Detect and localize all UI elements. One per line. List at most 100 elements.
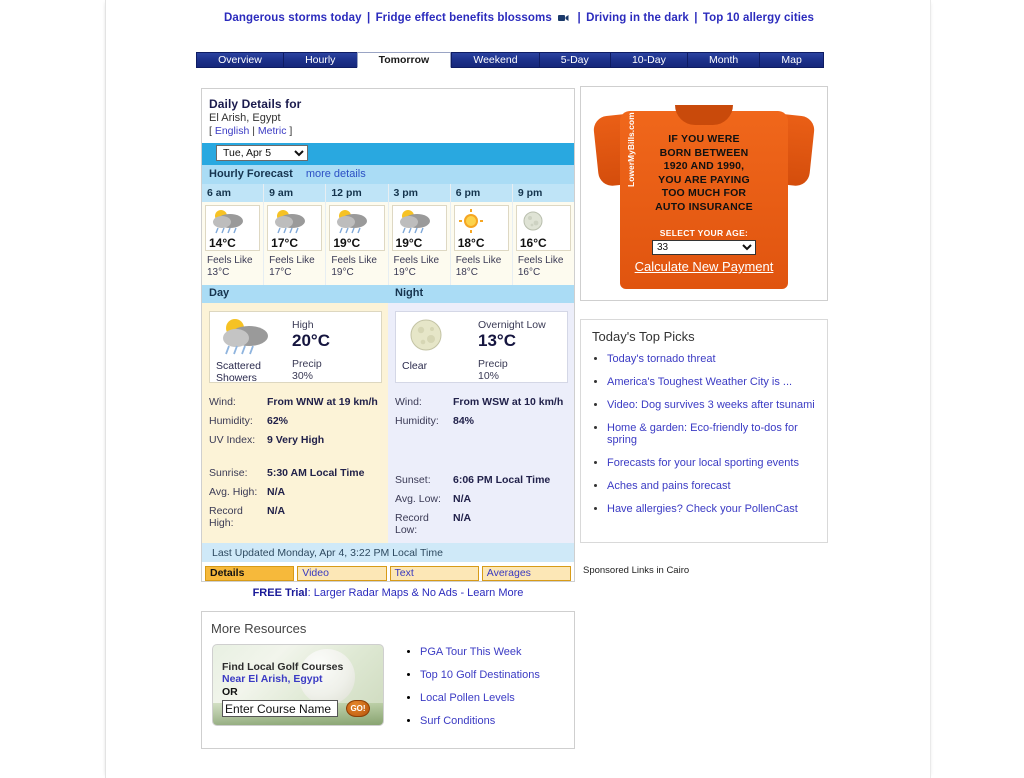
golf-find-label: Find Local Golf Courses [222,661,344,673]
hour-time-label: 3 pm [388,184,450,202]
day-night-body: Scattered Showers High 20°C Precip 30% W… [202,303,574,543]
day-precip-block: Precip 30% [292,358,377,382]
day-high-temperature: 20°C [292,331,330,350]
feels-like-block: Feels Like 17°C [267,251,322,279]
table-row: Humidity: 84% [395,415,568,434]
subtab-video[interactable]: Video [297,566,387,581]
night-condition-text: Clear [402,360,428,372]
top-pick-link-1[interactable]: America's Toughest Weather City is ... [607,376,792,388]
feels-like-block: Feels Like 19°C [392,251,447,279]
avg-low-label: Avg. Low: [395,493,441,505]
night-condition-left: Clear [402,317,472,382]
day-condition-right: High 20°C Precip 30% [286,317,377,382]
hour-body: 14°C Feels Like 13°C [202,202,264,285]
tshirt-graphic: LowerMyBills.com IF YOU WERE BORN BETWEE… [592,95,816,291]
day-wind-label: Wind: [209,396,236,408]
hourly-column: 6 am 14°C Feels Like 13°C [202,184,265,285]
feels-like-value: 16°C [517,267,541,278]
top-pick-link-2[interactable]: Video: Dog survives 3 weeks after tsunam… [607,399,815,411]
headline-link-0[interactable]: Dangerous storms today [224,12,362,24]
table-row: UV Index: 9 Very High [209,434,382,453]
night-temp-label: Overnight Low [478,319,546,331]
ad-calculate-button[interactable]: Calculate New Payment [596,259,812,274]
day-condition-text: Scattered Showers [216,360,261,384]
resource-link-surf[interactable]: Surf Conditions [420,715,495,727]
ad-line-3: YOU ARE PAYING [658,173,750,186]
subtab-text[interactable]: Text [389,566,479,581]
hour-temperature: 19°C [395,236,423,250]
tab-5-day[interactable]: 5-Day [538,52,610,68]
golf-course-input[interactable] [222,700,338,717]
feels-like-label: Feels Like [455,255,502,266]
day-wind-value: From WNW at 19 km/h [267,396,378,408]
golf-go-button[interactable]: GO! [346,700,370,717]
day-precip-value: 30% [292,370,314,382]
record-high-value: N/A [267,505,286,517]
sunset-label: Sunset: [395,474,431,486]
headline-link-2[interactable]: Driving in the dark [586,12,689,24]
hour-card: 17°C [267,205,323,251]
golf-finder-text: Find Local Golf Courses Near El Arish, E… [213,645,383,685]
advertisement-banner[interactable]: LowerMyBills.com IF YOU WERE BORN BETWEE… [580,86,828,301]
hour-card: 18°C [453,205,509,251]
feels-like-label: Feels Like [207,255,253,266]
table-row: Wind: From WNW at 19 km/h [209,396,382,415]
headline-link-3[interactable]: Top 10 allergy cities [703,12,814,24]
tab-10-day[interactable]: 10-Day [609,52,687,68]
location-label: El Arish, Egypt [209,112,281,124]
hour-temperature: 19°C [333,236,361,250]
main-tab-bar: Overview Hourly Tomorrow Weekend 5-Day 1… [196,52,824,68]
resource-link-pollen[interactable]: Local Pollen Levels [420,692,515,704]
tab-weekend[interactable]: Weekend [451,52,539,68]
night-condition-card: Clear Overnight Low 13°C Precip 10% [395,311,568,383]
tab-tomorrow[interactable]: Tomorrow [356,52,452,68]
hour-time-label: 6 pm [450,184,512,202]
hour-card: 16°C [515,205,572,251]
hour-body: 16°C Feels Like 16°C [512,202,575,285]
record-low-value: N/A [453,512,472,524]
ad-line-1: BORN BETWEEN [659,146,749,159]
daily-details-panel: Daily Details for El Arish, Egypt [ Engl… [201,88,575,582]
top-pick-link-4[interactable]: Forecasts for your local sporting events [607,457,799,469]
tab-hourly[interactable]: Hourly [282,52,357,68]
hourly-column: 6 pm 18°C Feels Like 18°C [450,184,513,285]
resource-link-pga[interactable]: PGA Tour This Week [420,646,522,658]
day-panel: Scattered Showers High 20°C Precip 30% W… [202,303,388,543]
night-panel: Clear Overnight Low 13°C Precip 10% Wind… [388,303,574,543]
free-trial-link[interactable]: : Larger Radar Maps & No Ads - Learn Mor… [308,587,524,599]
ad-line-4: TOO MUCH FOR [661,187,747,199]
tab-map[interactable]: Map [759,52,824,68]
unit-metric-link[interactable]: Metric [258,125,287,137]
hourly-column: 3 pm 19°C Feels Like 19°C [388,184,451,285]
more-resources-panel: More Resources Find Local Golf Courses N… [201,611,575,749]
unit-toggle: [ English | Metric ] [209,125,574,137]
headline-separator-3: | [694,12,698,24]
tab-month[interactable]: Month [686,52,760,68]
list-item: Top 10 Golf Destinations [420,669,540,681]
subtab-details[interactable]: Details [205,566,295,581]
date-select[interactable]: Tue, Apr 5 [216,145,308,161]
list-item: Have allergies? Check your PollenCast [607,503,821,515]
page-frame: Dangerous storms today | Fridge effect b… [105,0,931,778]
ad-age-select[interactable]: 33 [652,240,756,255]
ad-line-0: IF YOU WERE [668,133,740,145]
night-wind-value: From WSW at 10 km/h [453,396,564,408]
top-pick-link-6[interactable]: Have allergies? Check your PollenCast [607,503,798,515]
resource-link-golf-destinations[interactable]: Top 10 Golf Destinations [420,669,540,681]
hourly-column: 9 am 17°C Feels Like 17°C [264,184,327,285]
video-camera-icon [558,13,569,25]
top-pick-link-5[interactable]: Aches and pains forecast [607,480,731,492]
night-condition-right: Overnight Low 13°C Precip 10% [472,317,563,382]
tab-overview[interactable]: Overview [196,52,283,68]
subtab-averages[interactable]: Averages [481,566,571,581]
list-item: Aches and pains forecast [607,480,821,492]
top-pick-link-0[interactable]: Today's tornado threat [607,353,716,365]
top-pick-link-3[interactable]: Home & garden: Eco-friendly to-dos for s… [607,422,798,446]
more-details-link[interactable]: more details [306,168,366,180]
more-resources-links: PGA Tour This Week Top 10 Golf Destinati… [384,644,540,738]
top-picks-title: Today's Top Picks [592,329,695,344]
headline-link-1[interactable]: Fridge effect benefits blossoms [376,12,552,24]
hourly-forecast-label: Hourly Forecast [209,168,293,180]
unit-english-link[interactable]: English [215,125,249,137]
hour-body: 19°C Feels Like 19°C [326,202,388,285]
